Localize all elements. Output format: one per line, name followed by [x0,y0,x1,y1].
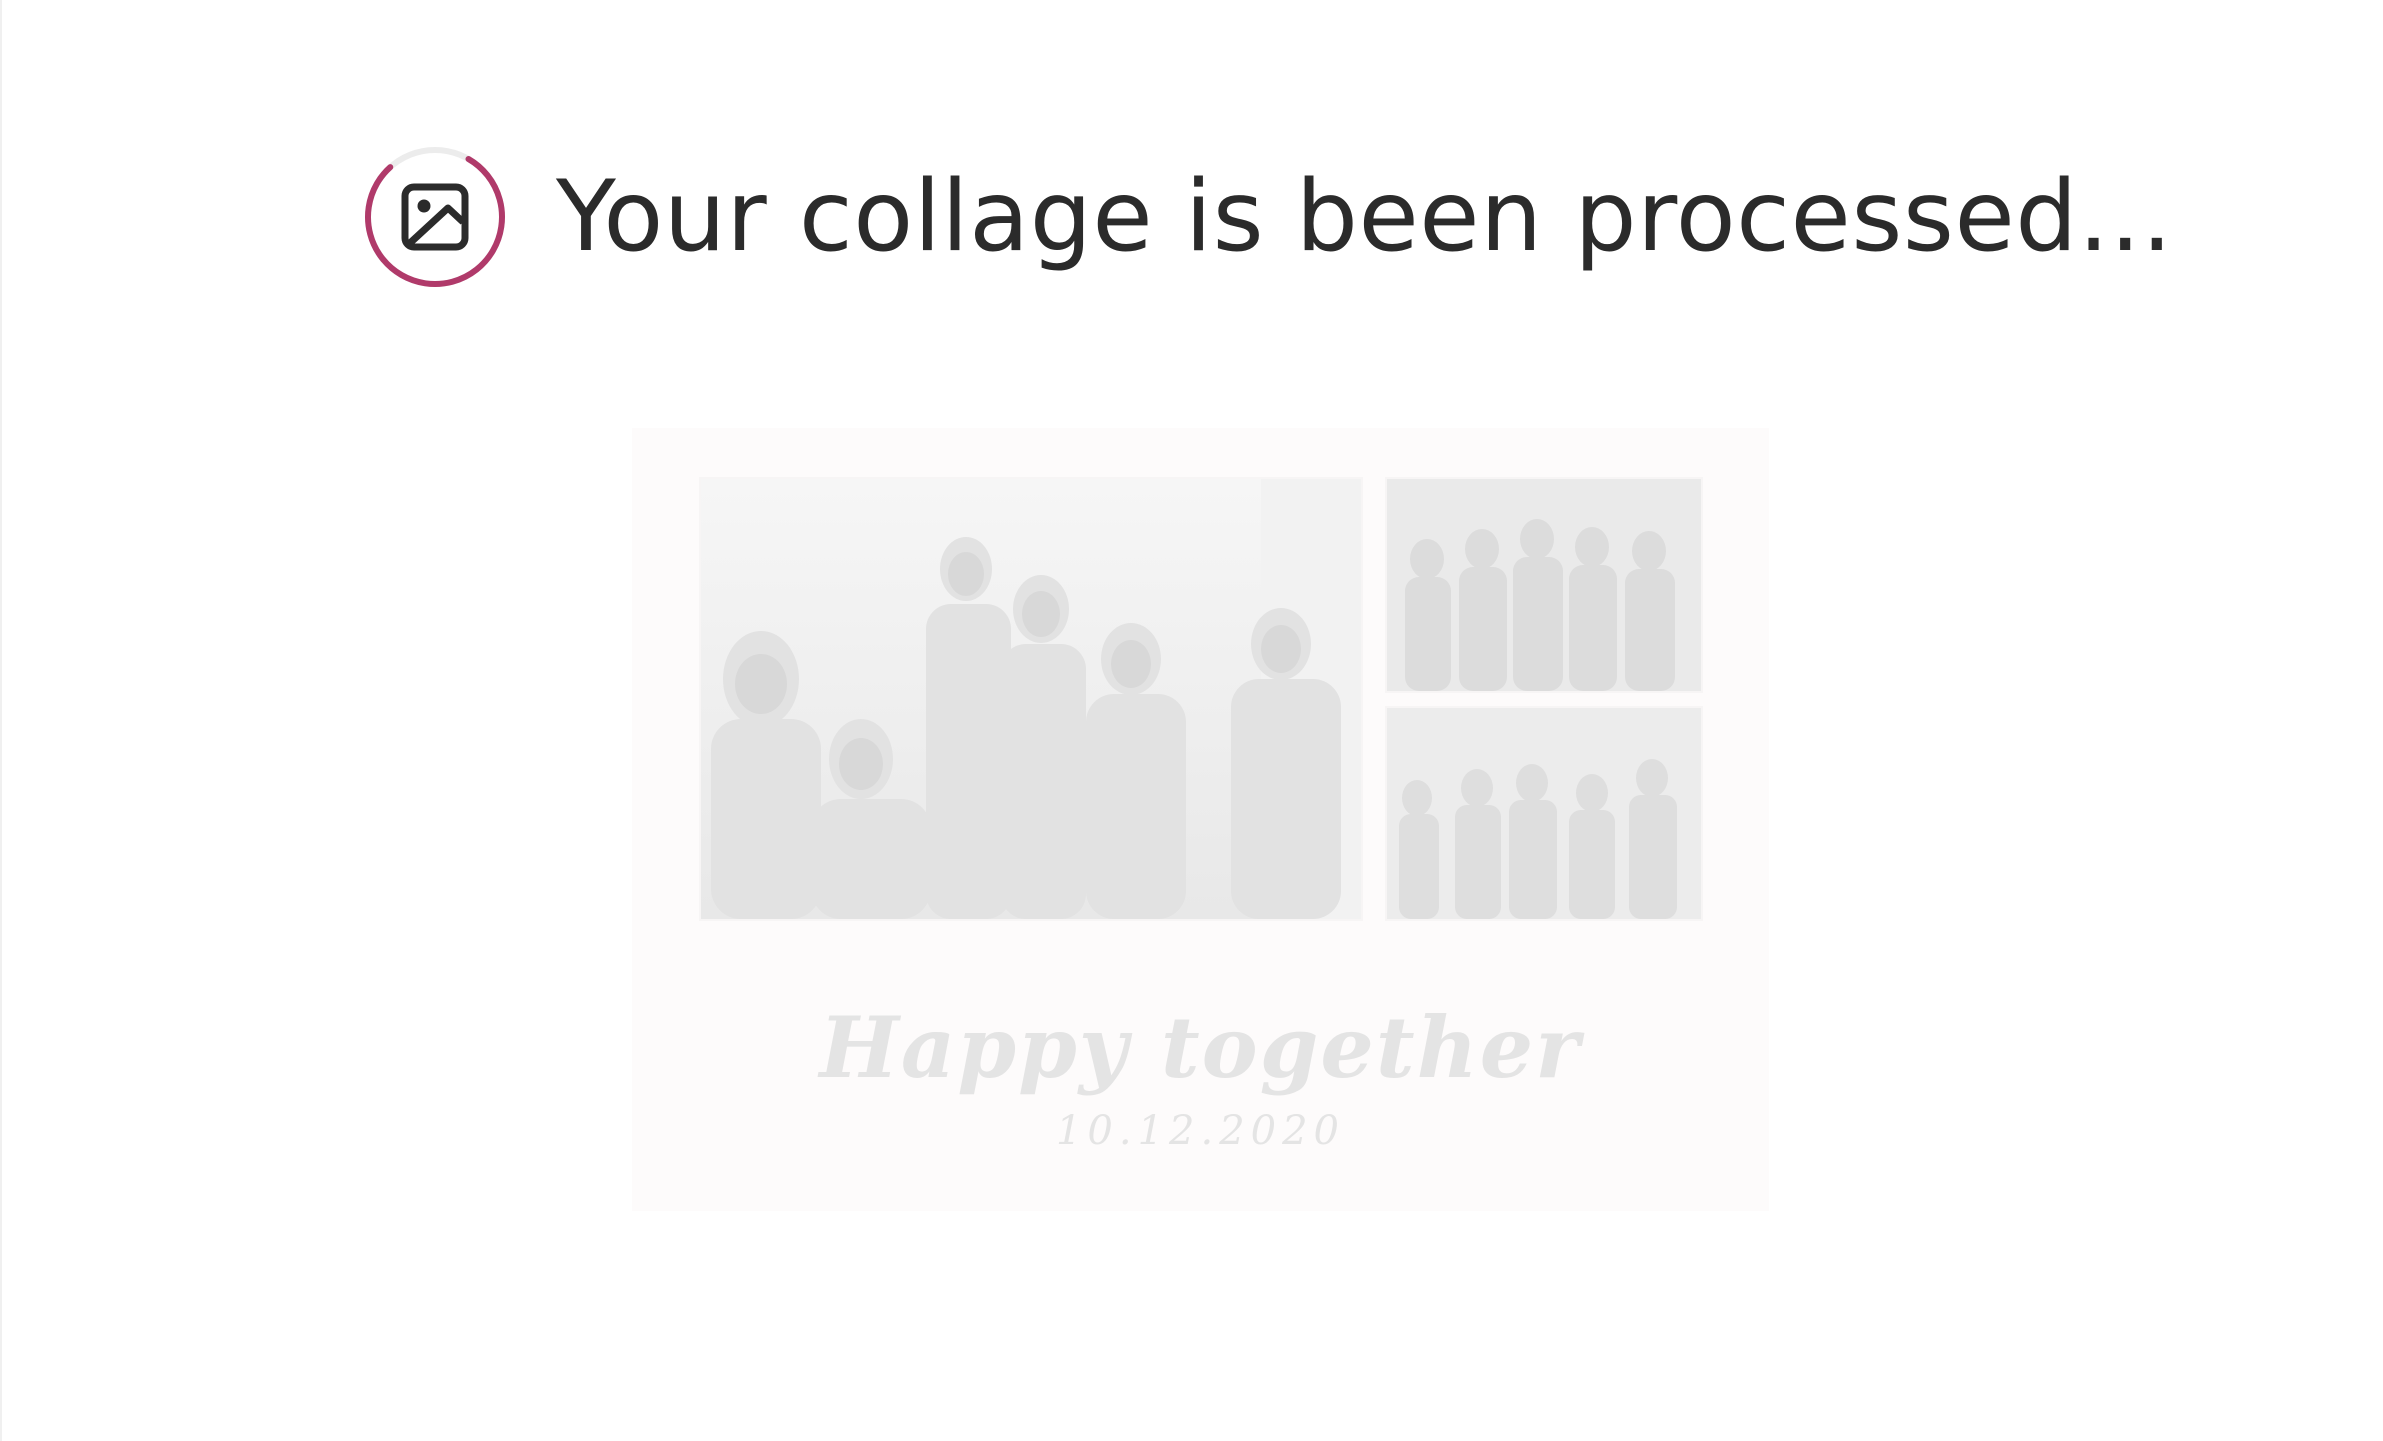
group-photo-bottom-right [1385,706,1703,921]
group-photo-top-right [1385,477,1703,693]
collage-caption-title: Happy together [819,998,1582,1097]
processing-screen: Your collage is been processed... Happy … [0,0,2383,1441]
collage-caption-date: 10.12.2020 [1055,1108,1346,1154]
party-photo-main [699,477,1363,921]
collage-preview: Happy together 10.12.2020 [632,428,1769,1211]
image-icon [401,183,469,251]
processing-title: Your collage is been processed... [556,160,2173,274]
processing-header: Your collage is been processed... [364,142,2173,292]
loading-spinner [364,146,506,288]
